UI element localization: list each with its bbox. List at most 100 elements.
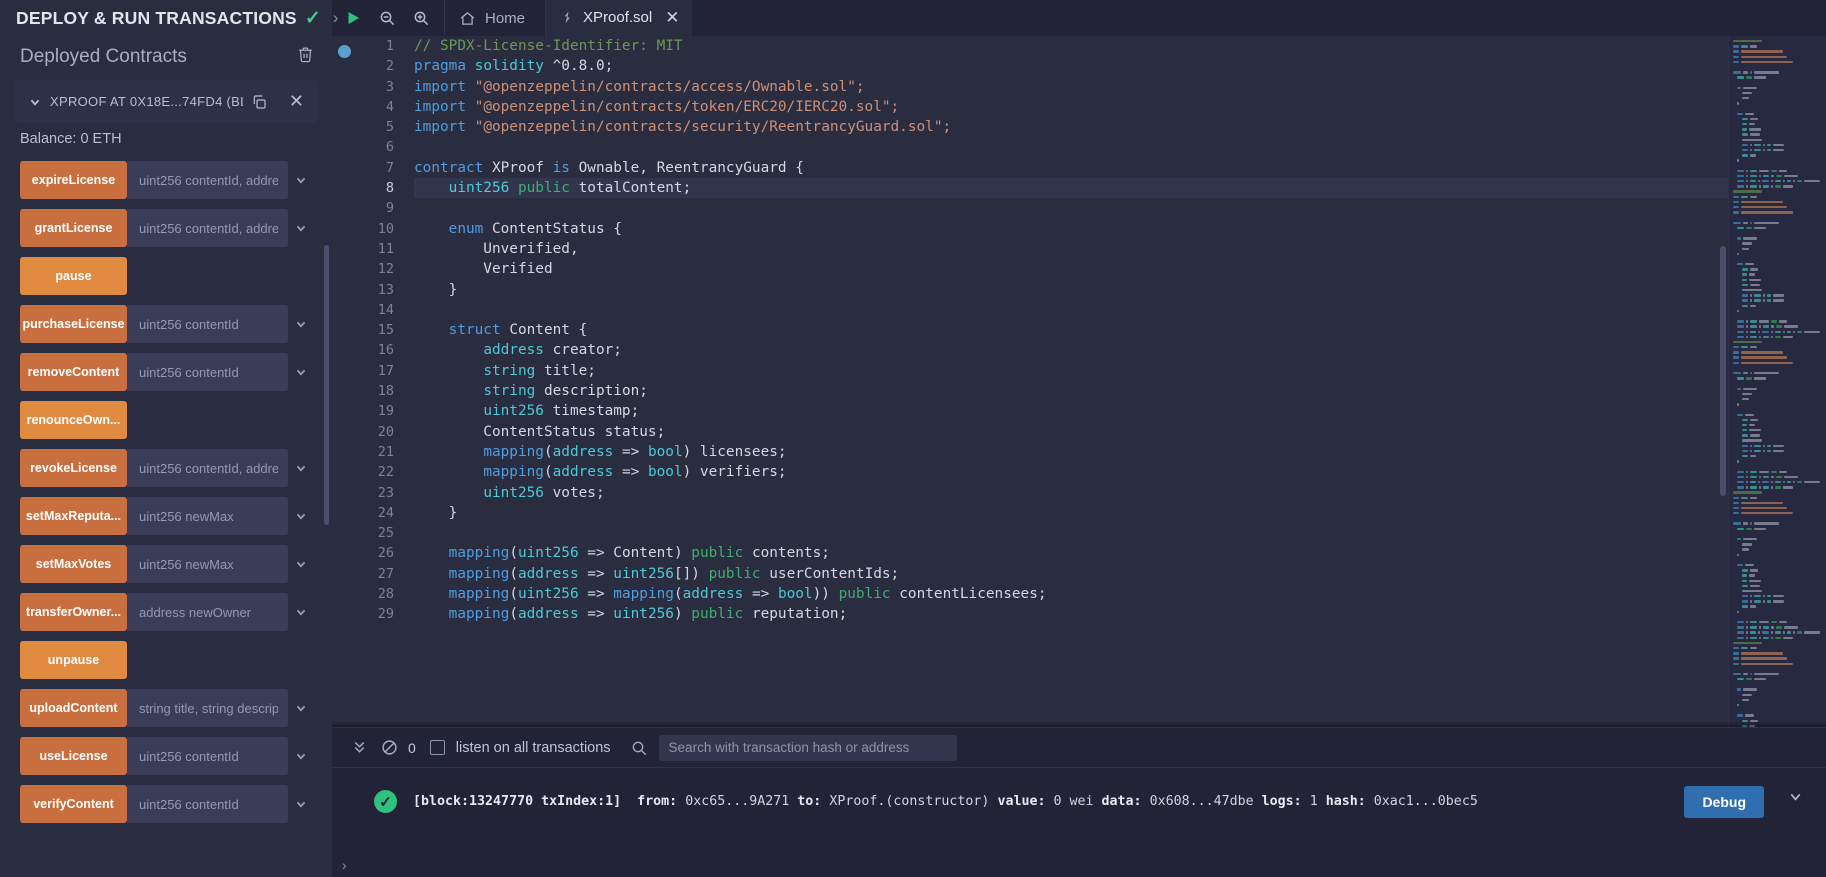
function-button-setmaxreputa[interactable]: setMaxReputa... xyxy=(20,497,127,535)
code-line[interactable]: uint256 public totalContent; xyxy=(414,178,1826,199)
chevron-down-icon[interactable] xyxy=(288,161,314,199)
terminal-resize-caret[interactable]: › xyxy=(342,857,347,873)
chevron-down-icon[interactable] xyxy=(288,689,314,727)
chevron-down-icon[interactable] xyxy=(28,95,42,109)
minimap-line xyxy=(1733,559,1820,563)
zoom-out-icon[interactable] xyxy=(370,0,404,36)
code-line[interactable]: ContentStatus status; xyxy=(414,422,1826,442)
code-line[interactable]: enum ContentStatus { xyxy=(414,219,1826,239)
code-line[interactable]: Unverified, xyxy=(414,239,1826,259)
code-line[interactable]: // SPDX-License-Identifier: MIT xyxy=(414,36,1826,56)
listen-all-transactions-checkbox[interactable] xyxy=(429,740,445,755)
code-token: address xyxy=(517,565,579,582)
copy-icon[interactable] xyxy=(251,94,267,110)
chevron-right-icon[interactable]: › xyxy=(333,8,339,28)
function-input-uploadcontent[interactable] xyxy=(127,689,288,727)
code-line[interactable]: mapping(uint256 => Content) public conte… xyxy=(414,543,1826,563)
code-line[interactable]: } xyxy=(414,503,1826,523)
function-button-transferowner[interactable]: transferOwner... xyxy=(20,593,127,631)
minimap-segment xyxy=(1740,195,1749,199)
function-button-setmaxvotes[interactable]: setMaxVotes xyxy=(20,545,127,583)
code-token: title; xyxy=(543,362,596,379)
minimap-segment xyxy=(1741,304,1749,307)
function-input-setmaxvotes[interactable] xyxy=(127,545,288,583)
function-input-expirelicense[interactable] xyxy=(127,161,288,199)
chevron-down-icon[interactable] xyxy=(288,353,314,391)
transaction-search-input[interactable] xyxy=(658,734,957,761)
function-input-grantlicense[interactable] xyxy=(127,209,288,247)
code-line[interactable]: } xyxy=(414,280,1826,300)
zoom-in-icon[interactable] xyxy=(404,0,438,36)
code-line[interactable]: mapping(address => uint256) public reput… xyxy=(414,604,1826,624)
code-editor[interactable]: 1 2 3 4 5 6 7 8 9 10 11 12 13 14 15 16 17 18 19 20 21 22 23 24 2… xyxy=(332,36,1826,727)
function-button-verifycontent[interactable]: verifyContent xyxy=(20,785,127,823)
code-line[interactable]: string title; xyxy=(414,361,1826,381)
code-line[interactable]: address creator; xyxy=(414,340,1826,360)
code-line[interactable]: uint256 votes; xyxy=(414,483,1826,503)
no-entry-icon[interactable] xyxy=(374,733,404,763)
glyph-margin[interactable] xyxy=(332,36,362,727)
trash-icon[interactable] xyxy=(297,46,314,68)
function-button-uploadcontent[interactable]: uploadContent xyxy=(20,689,127,727)
editor-vertical-scrollbar[interactable] xyxy=(1720,246,1726,496)
chevron-down-icon[interactable] xyxy=(288,497,314,535)
chevron-down-icon[interactable] xyxy=(288,593,314,631)
chevron-down-icon[interactable] xyxy=(288,545,314,583)
debug-button[interactable]: Debug xyxy=(1684,786,1764,818)
function-button-expirelicense[interactable]: expireLicense xyxy=(20,161,127,199)
function-button-removecontent[interactable]: removeContent xyxy=(20,353,127,391)
tab-home[interactable]: Home xyxy=(445,0,547,36)
function-button-revokelicense[interactable]: revokeLicense xyxy=(20,449,127,487)
tab-xproof-sol[interactable]: XProof.sol ✕ xyxy=(546,0,693,36)
close-icon[interactable]: ✕ xyxy=(665,8,679,28)
function-input-removecontent[interactable] xyxy=(127,353,288,391)
code-line[interactable]: string description; xyxy=(414,381,1826,401)
code-line[interactable]: uint256 timestamp; xyxy=(414,401,1826,421)
function-input-verifycontent[interactable] xyxy=(127,785,288,823)
code-line[interactable]: mapping(address => bool) verifiers; xyxy=(414,462,1826,482)
function-input-uselicense[interactable] xyxy=(127,737,288,775)
function-input-transferowner[interactable] xyxy=(127,593,288,631)
code-line[interactable]: import "@openzeppelin/contracts/access/O… xyxy=(414,77,1826,97)
chevron-down-icon[interactable] xyxy=(288,305,314,343)
minimap-segment xyxy=(1733,512,1739,515)
function-input-purchaselicense[interactable] xyxy=(127,305,288,343)
code-token: userContentIds; xyxy=(769,565,900,582)
function-button-uselicense[interactable]: useLicense xyxy=(20,737,127,775)
contract-row[interactable]: XPROOF AT 0X18E...74FD4 (BLOC ✕ xyxy=(14,80,318,123)
code-line[interactable]: import "@openzeppelin/contracts/token/ER… xyxy=(414,97,1826,117)
function-button-purchaselicense[interactable]: purchaseLicense xyxy=(20,305,127,343)
code-line[interactable]: mapping(uint256 => mapping(address => bo… xyxy=(414,584,1826,604)
code-content[interactable]: // SPDX-License-Identifier: MIT pragma so… xyxy=(402,36,1826,727)
play-icon[interactable] xyxy=(336,0,370,36)
chevron-down-icon[interactable] xyxy=(1787,788,1804,810)
code-line[interactable]: struct Content { xyxy=(414,320,1826,340)
chevron-down-icon[interactable] xyxy=(288,449,314,487)
function-button-unpause[interactable]: unpause xyxy=(20,641,127,679)
code-line[interactable] xyxy=(414,198,1826,218)
function-button-grantlicense[interactable]: grantLicense xyxy=(20,209,127,247)
breakpoint-icon[interactable] xyxy=(338,45,351,58)
code-line[interactable] xyxy=(414,300,1826,320)
function-input-setmaxreputa[interactable] xyxy=(127,497,288,535)
function-button-renounceown[interactable]: renounceOwn... xyxy=(20,401,127,439)
function-button-pause[interactable]: pause xyxy=(20,257,127,295)
code-line[interactable] xyxy=(414,523,1826,543)
code-line[interactable]: mapping(address => uint256[]) public use… xyxy=(414,564,1826,584)
line-number: 19 xyxy=(377,403,394,420)
code-line[interactable]: contract XProof is Ownable, ReentrancyGu… xyxy=(414,158,1826,178)
chevron-down-icon[interactable] xyxy=(288,785,314,823)
left-panel-scrollbar[interactable] xyxy=(324,245,329,525)
chevrons-down-icon[interactable] xyxy=(344,733,374,763)
code-line[interactable] xyxy=(414,137,1826,157)
function-input-revokelicense[interactable] xyxy=(127,449,288,487)
chevron-down-icon[interactable] xyxy=(288,209,314,247)
code-line[interactable]: import "@openzeppelin/contracts/security… xyxy=(414,117,1826,137)
editor-minimap[interactable] xyxy=(1728,36,1826,727)
chevron-down-icon[interactable] xyxy=(288,737,314,775)
code-line[interactable]: pragma solidity ^0.8.0; xyxy=(414,56,1826,76)
transaction-log-row[interactable]: ✓ [block:13247770 txIndex:1] from: 0xc65… xyxy=(332,768,1826,813)
code-line[interactable]: Verified xyxy=(414,259,1826,279)
close-icon[interactable]: ✕ xyxy=(289,91,304,112)
code-line[interactable]: mapping(address => bool) licensees; xyxy=(414,442,1826,462)
